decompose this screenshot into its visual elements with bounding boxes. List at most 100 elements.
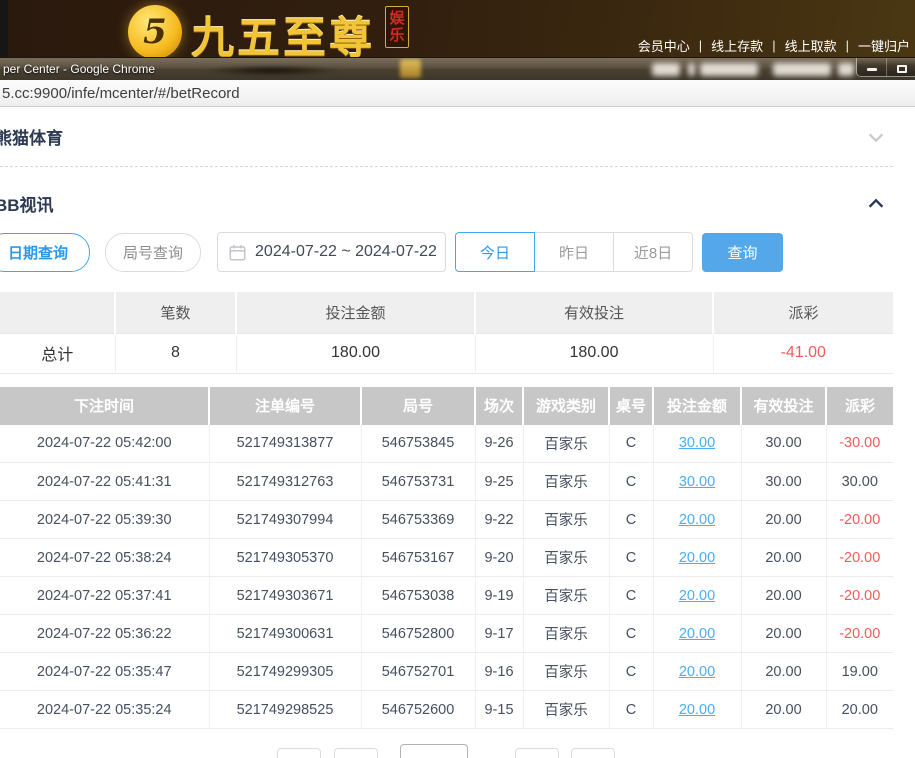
blurred-account-info <box>688 63 695 76</box>
decorative-swirl <box>205 65 340 76</box>
bet-time: 2024-07-22 05:37:41 <box>0 577 209 615</box>
column-header-blank <box>0 292 115 333</box>
bet-amount-cell: 20.00 <box>653 653 741 691</box>
window-title: per Center - Google Chrome <box>3 62 155 76</box>
round-no: 546753167 <box>361 539 475 577</box>
valid-bet: 20.00 <box>741 615 826 653</box>
table-row: 2024-07-22 05:39:30 521749307994 5467533… <box>0 501 893 539</box>
column-header-valid-bet: 有效投注 <box>741 387 826 425</box>
table-no: C <box>609 691 653 729</box>
pagination-button[interactable] <box>571 748 615 758</box>
column-header-count: 笔数 <box>115 292 236 333</box>
table-no: C <box>609 501 653 539</box>
valid-bet: 20.00 <box>741 653 826 691</box>
bet-amount-cell: 30.00 <box>653 463 741 501</box>
url-text: 5.cc:9900/infe/mcenter/#/betRecord <box>2 85 240 102</box>
bet-time: 2024-07-22 05:39:30 <box>0 501 209 539</box>
bet-time: 2024-07-22 05:42:00 <box>0 425 209 463</box>
logo-number: 5 <box>143 12 167 52</box>
chevron-down-icon[interactable] <box>865 126 887 148</box>
table-row: 2024-07-22 05:42:00 521749313877 5467538… <box>0 425 893 463</box>
game-type: 百家乐 <box>523 615 609 653</box>
column-header-bet-amount: 投注金额 <box>653 387 741 425</box>
game-type: 百家乐 <box>523 691 609 729</box>
window-edge-strip <box>0 0 8 57</box>
nav-separator: | <box>699 38 702 53</box>
table-no: C <box>609 425 653 463</box>
table-no: C <box>609 577 653 615</box>
bet-amount-cell: 30.00 <box>653 425 741 463</box>
total-valid-bet: 180.00 <box>475 333 713 373</box>
bet-amount-link[interactable]: 30.00 <box>679 474 715 490</box>
bet-time: 2024-07-22 05:35:24 <box>0 691 209 729</box>
main-content: 熊猫体育 BB视讯 日期查询 局号查询 2024-07-22 ~ 2024-07… <box>0 107 915 729</box>
summary-table: 笔数 投注金额 有效投注 派彩 总计 8 180.00 180.00 -41.0… <box>0 292 893 374</box>
payout: 19.00 <box>826 653 893 691</box>
payout: 20.00 <box>826 691 893 729</box>
bet-amount-cell: 20.00 <box>653 539 741 577</box>
payout: -20.00 <box>826 615 893 653</box>
bet-amount-cell: 20.00 <box>653 577 741 615</box>
table-no: C <box>609 539 653 577</box>
pagination-button[interactable] <box>334 748 378 758</box>
nav-one-key-transfer[interactable]: 一键归户 <box>858 36 910 55</box>
bet-no: 521749298525 <box>209 691 361 729</box>
bet-amount-link[interactable]: 20.00 <box>679 702 715 718</box>
payout: -20.00 <box>826 577 893 615</box>
game-type: 百家乐 <box>523 501 609 539</box>
date-range-picker[interactable]: 2024-07-22 ~ 2024-07-22 <box>217 232 446 272</box>
session: 9-20 <box>475 539 523 577</box>
session: 9-25 <box>475 463 523 501</box>
yesterday-button[interactable]: 昨日 <box>534 232 614 272</box>
bet-amount-link[interactable]: 20.00 <box>679 626 715 642</box>
valid-bet: 20.00 <box>741 577 826 615</box>
table-row: 2024-07-22 05:38:24 521749305370 5467531… <box>0 539 893 577</box>
bet-amount-link[interactable]: 20.00 <box>679 588 715 604</box>
payout: 30.00 <box>826 463 893 501</box>
date-query-tab[interactable]: 日期查询 <box>0 233 90 272</box>
chevron-up-icon[interactable] <box>865 193 887 215</box>
session: 9-26 <box>475 425 523 463</box>
maximize-icon <box>897 65 907 73</box>
logo-badge: 娱乐 <box>385 6 409 48</box>
browser-title-bar[interactable]: per Center - Google Chrome <box>0 57 915 80</box>
search-button[interactable]: 查询 <box>702 233 783 272</box>
pagination-button[interactable] <box>515 748 559 758</box>
site-header: 5 九五至尊 娱乐 会员中心 | 线上存款 | 线上取款 | 一键归户 <box>0 0 915 57</box>
session: 9-19 <box>475 577 523 615</box>
total-bet-amount: 180.00 <box>236 333 475 373</box>
bet-no: 521749307994 <box>209 501 361 539</box>
bet-no: 521749305370 <box>209 539 361 577</box>
session: 9-22 <box>475 501 523 539</box>
pagination-page-select[interactable] <box>400 744 468 758</box>
bet-amount-link[interactable]: 20.00 <box>679 512 715 528</box>
blurred-account-info <box>838 63 854 76</box>
nav-member-center[interactable]: 会员中心 <box>638 36 690 55</box>
pagination-button[interactable] <box>277 748 321 758</box>
round-no: 546753731 <box>361 463 475 501</box>
payout: -20.00 <box>826 501 893 539</box>
bet-amount-link[interactable]: 20.00 <box>679 664 715 680</box>
table-row: 2024-07-22 05:41:31 521749312763 5467537… <box>0 463 893 501</box>
nav-online-deposit[interactable]: 线上存款 <box>711 36 763 55</box>
logo-coin-icon: 5 <box>128 5 182 59</box>
blurred-account-info <box>773 63 831 76</box>
summary-header-row: 笔数 投注金额 有效投注 派彩 <box>0 292 893 333</box>
bet-amount-link[interactable]: 20.00 <box>679 550 715 566</box>
section-bb-video[interactable]: BB视讯 <box>0 190 893 217</box>
round-query-tab[interactable]: 局号查询 <box>105 233 201 272</box>
bet-amount-cell: 20.00 <box>653 501 741 539</box>
calendar-icon <box>229 244 246 261</box>
last-8-days-button[interactable]: 近8日 <box>613 232 693 272</box>
nav-online-withdraw[interactable]: 线上取款 <box>785 36 837 55</box>
minimize-button[interactable] <box>857 57 887 76</box>
address-bar[interactable]: 5.cc:9900/infe/mcenter/#/betRecord <box>0 80 915 107</box>
round-no: 546753369 <box>361 501 475 539</box>
today-button[interactable]: 今日 <box>455 232 535 272</box>
round-no: 546752701 <box>361 653 475 691</box>
table-row: 2024-07-22 05:36:22 521749300631 5467528… <box>0 615 893 653</box>
section-panda-sports[interactable]: 熊猫体育 <box>0 107 893 167</box>
column-header-game-type: 游戏类别 <box>523 387 609 425</box>
maximize-button[interactable] <box>887 57 915 76</box>
bet-amount-link[interactable]: 30.00 <box>679 435 715 451</box>
